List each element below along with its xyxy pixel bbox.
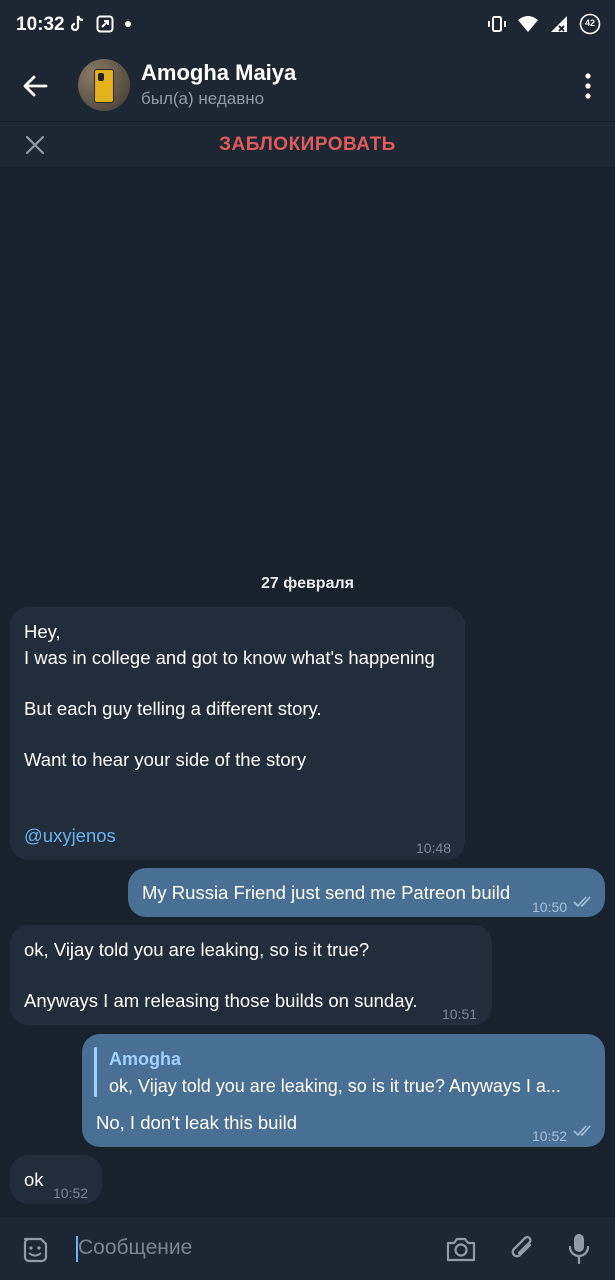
message-line [24,721,435,747]
message-line [24,670,435,696]
camera-icon[interactable] [445,1235,477,1263]
app-notification-icon [96,15,114,33]
contact-last-seen: был(а) недавно [141,89,265,108]
incoming-message[interactable]: ok 10:52 [10,1155,102,1204]
block-banner: ЗАБЛОКИРОВАТЬ [0,121,615,168]
avatar-camera-graphic [98,73,104,81]
chat-messages-area[interactable]: 27 февраля Hey, I was in college and got… [0,167,615,1217]
status-notification-icons [68,14,132,34]
outgoing-reply-message[interactable]: Amogha ok, Vijay told you are leaking, s… [82,1034,605,1147]
message-line: ok, Vijay told you are leaking, so is it… [24,939,370,960]
message-time: 10:50 [532,899,568,915]
avatar-phone-graphic [94,69,114,103]
user-mention-link[interactable]: @uxyjenos [24,823,116,849]
message-line: Hey, [24,621,61,642]
attach-paperclip-icon[interactable] [508,1233,538,1265]
battery-level: 42 [584,18,595,28]
contact-name[interactable]: Amogha Maiya [141,60,296,86]
reply-quote-bar [94,1047,97,1097]
contact-avatar[interactable] [78,59,130,111]
back-arrow-icon[interactable] [18,70,52,102]
signal-icon [551,16,567,32]
read-receipt-icon [573,896,591,908]
status-time: 10:32 [16,14,65,35]
reply-preview-text[interactable]: ok, Vijay told you are leaking, so is it… [109,1074,589,1100]
message-time: 10:48 [415,840,451,856]
message-line: I was in college and got to know what's … [24,646,435,668]
battery-icon: 42 [579,13,601,35]
message-line: Anyways I am releasing those builds on s… [24,990,418,1011]
status-bar: 10:32 42 [0,0,615,50]
incoming-message[interactable]: Hey, I was in college and got to know wh… [10,607,465,860]
message-text: No, I don't leak this build [96,1112,297,1133]
chat-header: Amogha Maiya был(а) недавно [0,50,615,121]
message-text: ok [24,1169,44,1190]
message-time: 10:51 [442,1006,478,1022]
incoming-message[interactable]: ok, Vijay told you are leaking, so is it… [10,925,492,1025]
more-options-icon[interactable] [583,72,593,100]
vibrate-icon [488,16,506,32]
message-time: 10:52 [532,1128,568,1144]
sticker-emoji-icon[interactable] [20,1235,50,1265]
wifi-icon [518,16,538,32]
block-user-button[interactable]: ЗАБЛОКИРОВАТЬ [0,134,615,156]
tiktok-icon [70,15,84,32]
message-input-bar [0,1217,615,1280]
dot-icon [125,21,131,27]
microphone-icon[interactable] [567,1232,591,1266]
outgoing-message[interactable]: My Russia Friend just send me Patreon bu… [128,868,605,917]
read-receipt-icon [573,1125,591,1137]
status-system-icons: 42 [487,13,601,35]
message-line: Want to hear your side of the story [24,748,307,770]
reply-author[interactable]: Amogha [109,1047,181,1073]
date-separator: 27 февраля [261,575,354,592]
message-text: My Russia Friend just send me Patreon bu… [142,882,511,903]
message-input[interactable] [78,1231,418,1265]
message-time: 10:52 [53,1185,89,1201]
message-line: But each guy telling a different story. [24,697,322,719]
